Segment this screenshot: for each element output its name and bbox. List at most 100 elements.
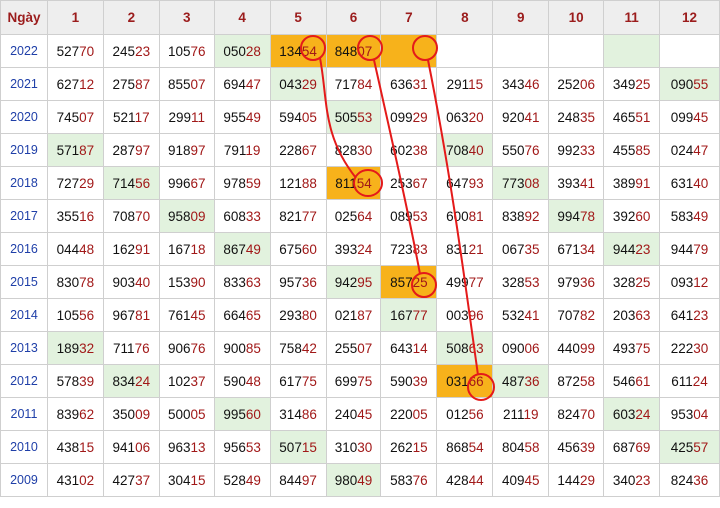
result-cell: 34925 — [603, 67, 661, 101]
year-link[interactable]: 2018 — [0, 166, 48, 200]
year-link[interactable]: 2017 — [0, 199, 48, 233]
result-number-head: 958 — [167, 208, 191, 224]
result-number-head: 980 — [334, 472, 358, 488]
result-number-tail: 36 — [524, 373, 540, 389]
year-link[interactable]: 2013 — [0, 331, 48, 365]
result-cell: 82830 — [325, 133, 382, 167]
result-number-head: 493 — [612, 340, 636, 356]
result-cell: 72729 — [46, 166, 104, 200]
result-number-head: 328 — [612, 274, 636, 290]
result-cell: 18932 — [46, 331, 104, 365]
result-number-head: 393 — [557, 175, 580, 191]
table-row: 2018 72729 71456 99667 97859 12188 81154 25367 6… — [0, 166, 720, 200]
result-cell: 02564 — [325, 199, 382, 233]
result-number-tail: 21 — [468, 241, 484, 257]
header-cell-month-6: 6 — [325, 0, 382, 35]
year-link[interactable]: 2020 — [0, 100, 48, 134]
year-link[interactable]: 2019 — [0, 133, 48, 167]
result-number-head: 996 — [167, 175, 191, 191]
result-number-head: 627 — [56, 76, 80, 92]
result-number-tail: 23 — [135, 43, 151, 59]
result-number-tail: 70 — [579, 406, 595, 422]
result-number-head: 942 — [334, 274, 358, 290]
year-link[interactable]: 2016 — [0, 232, 48, 266]
result-number-head: 550 — [501, 142, 525, 158]
result-cell — [380, 34, 438, 68]
result-number-tail: 07 — [357, 340, 373, 356]
result-number-head: 995 — [223, 406, 246, 422]
result-cell: 99560 — [213, 397, 271, 431]
result-number-head: 590 — [390, 373, 413, 389]
result-number-tail: 34 — [579, 241, 595, 257]
result-cell: 63140 — [659, 166, 720, 200]
result-cell: 49375 — [603, 331, 661, 365]
result-number-tail: 39 — [579, 439, 595, 455]
result-number-head: 641 — [670, 307, 694, 323]
result-cell: 42737 — [102, 463, 160, 497]
year-link[interactable]: 2009 — [0, 463, 48, 497]
result-number-tail: 35 — [524, 241, 540, 257]
table-row: 2009 43102 42737 30415 52849 84497 98049 58376 4… — [0, 463, 720, 497]
result-cell: 98049 — [325, 463, 382, 497]
table-row: 2022 52770 24523 10576 05028 13454 84807 — [0, 34, 720, 68]
result-number-tail: 65 — [245, 307, 261, 323]
result-cell: 52117 — [102, 100, 160, 134]
result-number-tail: 49 — [245, 241, 261, 257]
result-number-head: 389 — [612, 175, 636, 191]
result-number-head: 844 — [279, 472, 302, 488]
result-number-tail: 66 — [468, 373, 484, 389]
result-cell: 71456 — [102, 166, 160, 200]
result-cell: 70782 — [548, 298, 605, 332]
result-number-tail: 84 — [357, 76, 373, 92]
result-number-tail: 30 — [357, 439, 373, 455]
result-number-tail: 49 — [357, 472, 373, 488]
result-number-tail: 23 — [635, 472, 651, 488]
result-number-head: 583 — [390, 472, 413, 488]
result-number-tail: 36 — [579, 274, 595, 290]
result-cell: 09929 — [380, 100, 438, 134]
result-number-head: 262 — [390, 439, 413, 455]
result-number-tail: 48 — [79, 241, 95, 257]
year-link[interactable]: 2015 — [0, 265, 48, 299]
result-number-head: 505 — [334, 109, 358, 125]
result-number-tail: 29 — [79, 175, 95, 191]
result-cell: 45639 — [548, 430, 605, 464]
result-number-tail: 14 — [412, 340, 428, 356]
result-number-head: 631 — [670, 175, 694, 191]
result-number-tail: 91 — [635, 175, 651, 191]
result-cell: 05028 — [213, 34, 271, 68]
result-number-tail: 63 — [468, 340, 484, 356]
result-number-head: 918 — [167, 142, 191, 158]
year-link[interactable]: 2010 — [0, 430, 48, 464]
result-number-head: 340 — [612, 472, 636, 488]
result-number-head: 758 — [279, 340, 302, 356]
result-number-head: 507 — [279, 439, 302, 455]
result-number-head: 275 — [112, 76, 136, 92]
result-number-tail: 60 — [301, 241, 317, 257]
result-cell: 97936 — [548, 265, 605, 299]
year-link[interactable]: 2021 — [0, 67, 48, 101]
result-number-head: 440 — [557, 340, 580, 356]
table-row: 2016 04448 16291 16718 86749 67560 39324 72383 8… — [0, 232, 720, 266]
result-number-tail: 45 — [190, 307, 206, 323]
result-number-tail: 23 — [635, 241, 651, 257]
result-number-head: 708 — [112, 208, 136, 224]
result-cell: 94295 — [325, 265, 382, 299]
year-link[interactable]: 2022 — [0, 34, 48, 68]
result-number-head: 723 — [390, 241, 413, 257]
result-number-tail: 97 — [190, 142, 206, 158]
result-number-tail: 07 — [79, 109, 95, 125]
result-cell: 61775 — [269, 364, 327, 398]
result-cell: 50005 — [158, 397, 215, 431]
year-link[interactable]: 2012 — [0, 364, 48, 398]
result-cell: 06320 — [436, 100, 494, 134]
year-link[interactable]: 2014 — [0, 298, 48, 332]
result-number-tail: 40 — [468, 142, 484, 158]
result-number-head: 839 — [56, 406, 80, 422]
header-cell-month-4: 4 — [213, 0, 271, 35]
result-number-tail: 23 — [693, 307, 709, 323]
year-link[interactable]: 2011 — [0, 397, 48, 431]
result-number-head: 487 — [501, 373, 525, 389]
result-number-head: 838 — [501, 208, 525, 224]
result-cell: 14429 — [548, 463, 605, 497]
